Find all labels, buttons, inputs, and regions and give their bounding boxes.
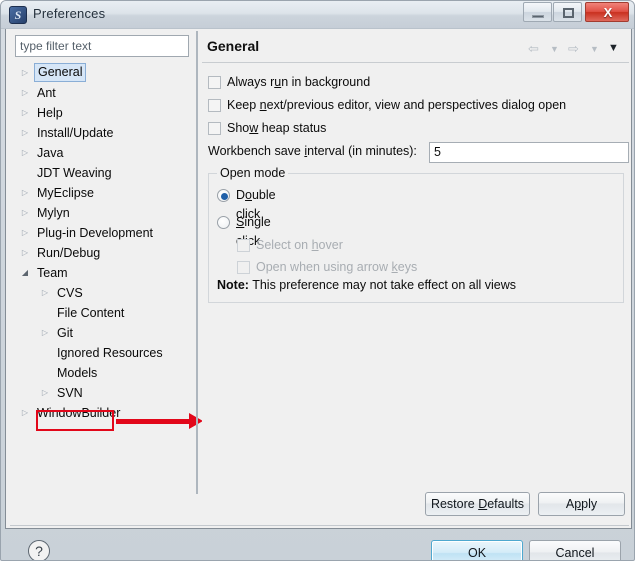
tree-item-label: Install/Update <box>37 126 114 140</box>
chevron-right-icon[interactable]: ▷ <box>19 63 31 83</box>
tree-item-label: Git <box>57 326 73 340</box>
open-mode-legend: Open mode <box>217 166 289 180</box>
maximize-button[interactable] <box>553 2 582 22</box>
checkbox-label: Always run in background <box>227 75 371 89</box>
close-button[interactable]: X <box>585 2 629 22</box>
checkbox-label: Select on hover <box>256 238 343 252</box>
pane-divider[interactable] <box>196 31 198 494</box>
tree-item-ant[interactable]: ▷ Ant <box>11 83 193 103</box>
chevron-right-icon[interactable]: ▷ <box>19 143 31 163</box>
apply-button[interactable]: Apply <box>538 492 625 516</box>
page-title: General <box>207 38 260 54</box>
minimize-button[interactable] <box>523 2 552 22</box>
chevron-right-icon[interactable]: ▷ <box>19 403 31 423</box>
minimize-icon <box>532 15 544 18</box>
chevron-right-icon[interactable]: ▷ <box>39 383 51 403</box>
tree-item-team[interactable]: ◢ Team <box>11 263 193 283</box>
forward-arrow-icon[interactable]: ⇨ <box>568 41 579 57</box>
maximize-icon <box>563 8 574 18</box>
open-mode-note: Note: This preference may not take effec… <box>217 278 516 292</box>
workbench-save-interval-label: Workbench save interval (in minutes): <box>208 144 417 158</box>
window-title: Preferences <box>33 6 106 21</box>
radio-button[interactable] <box>217 189 230 202</box>
dialog-client-area: type filter text ▷ General ▷ Ant ▷ Help ▷ Insta… <box>5 29 632 560</box>
chevron-right-icon[interactable]: ▷ <box>19 203 31 223</box>
note-text: This preference may not take effect on a… <box>248 278 516 292</box>
view-menu-icon[interactable]: ▼ <box>608 42 619 54</box>
tree-item-models[interactable]: Models <box>11 363 193 383</box>
tree-item-label: General <box>34 63 87 82</box>
tree-item-label: Team <box>37 266 68 280</box>
chevron-right-icon[interactable]: ▷ <box>39 283 51 303</box>
open-mode-group: Open mode Double click Single click Sele… <box>208 166 624 303</box>
window-titlebar[interactable]: S Preferences X <box>1 1 634 29</box>
general-preference-page: General ⇦ ▼ ⇨ ▼ ▼ Always run in backgrou… <box>202 31 629 494</box>
chevron-right-icon[interactable]: ▷ <box>19 183 31 203</box>
checkbox-box[interactable] <box>208 76 221 89</box>
checkbox-label: Show heap status <box>227 121 327 135</box>
tree-item-general[interactable]: ▷ General <box>11 63 193 83</box>
eclipse-app-icon: S <box>9 6 27 24</box>
checkbox-label: Keep next/previous editor, view and pers… <box>227 98 567 112</box>
tree-item-label: SVN <box>57 386 83 400</box>
checkbox-label: Open when using arrow keys <box>256 260 418 274</box>
tree-item-label: File Content <box>57 306 125 320</box>
back-arrow-icon[interactable]: ⇦ <box>528 41 539 57</box>
chevron-right-icon[interactable]: ▷ <box>19 123 31 143</box>
workbench-save-interval-input[interactable]: 5 <box>429 142 629 163</box>
tree-item-run-debug[interactable]: ▷ Run/Debug <box>11 243 193 263</box>
note-label: Note: <box>217 278 249 292</box>
chevron-right-icon[interactable]: ▷ <box>19 243 31 263</box>
close-icon: X <box>603 5 613 20</box>
chevron-right-icon[interactable]: ▷ <box>39 323 51 343</box>
cancel-button[interactable]: Cancel <box>529 540 621 560</box>
chevron-right-icon[interactable]: ▷ <box>19 223 31 243</box>
checkbox-box <box>237 239 250 252</box>
tree-item-ignored-resources[interactable]: Ignored Resources <box>11 343 193 363</box>
tree-item-label: Ignored Resources <box>57 346 163 360</box>
tree-item-git[interactable]: ▷ Git <box>11 323 193 343</box>
page-header: General ⇦ ▼ ⇨ ▼ ▼ <box>202 35 629 63</box>
filter-input[interactable]: type filter text <box>15 35 189 57</box>
tree-item-plug-in-development[interactable]: ▷ Plug-in Development <box>11 223 193 243</box>
tree-item-jdt-weaving[interactable]: JDT Weaving <box>11 163 193 183</box>
tree-item-label: CVS <box>57 286 83 300</box>
forward-dropdown-icon[interactable]: ▼ <box>590 44 599 54</box>
preferences-window: S Preferences X type filter text ▷ Genera… <box>0 0 635 561</box>
tree-item-label: Plug-in Development <box>37 226 154 240</box>
watermark-text: http://blog.csdn.net/sushengmiyan <box>141 557 407 560</box>
radio-button[interactable] <box>217 216 230 229</box>
tree-item-myeclipse[interactable]: ▷ MyEclipse <box>11 183 193 203</box>
tree-item-label: JDT Weaving <box>37 166 112 180</box>
tree-item-file-content[interactable]: File Content <box>11 303 193 323</box>
chevron-down-icon[interactable]: ◢ <box>19 263 31 283</box>
tree-item-label: MyEclipse <box>37 186 94 200</box>
ok-button[interactable]: OK <box>431 540 523 560</box>
tree-item-mylyn[interactable]: ▷ Mylyn <box>11 203 193 223</box>
tree-item-cvs[interactable]: ▷ CVS <box>11 283 193 303</box>
tree-item-label: Help <box>37 106 63 120</box>
chevron-right-icon[interactable]: ▷ <box>19 83 31 103</box>
tree-item-java[interactable]: ▷ Java <box>11 143 193 163</box>
annotation-arrow-line <box>116 419 191 424</box>
checkbox-box[interactable] <box>208 99 221 112</box>
back-dropdown-icon[interactable]: ▼ <box>550 44 559 54</box>
tree-item-label: Models <box>57 366 98 380</box>
tree-item-svn[interactable]: ▷ SVN <box>11 383 193 403</box>
chevron-right-icon[interactable]: ▷ <box>19 103 31 123</box>
tree-item-label: Java <box>37 146 64 160</box>
footer-separator <box>10 525 629 526</box>
tree-item-install-update[interactable]: ▷ Install/Update <box>11 123 193 143</box>
tree-item-label: Mylyn <box>37 206 70 220</box>
restore-defaults-button[interactable]: Restore Defaults <box>425 492 530 516</box>
help-icon[interactable]: ? <box>28 540 50 560</box>
checkbox-box <box>237 261 250 274</box>
svn-highlight-box <box>36 410 114 431</box>
tree-item-help[interactable]: ▷ Help <box>11 103 193 123</box>
tree-item-label: Run/Debug <box>37 246 101 260</box>
tree-item-label: Ant <box>37 86 56 100</box>
checkbox-box[interactable] <box>208 122 221 135</box>
